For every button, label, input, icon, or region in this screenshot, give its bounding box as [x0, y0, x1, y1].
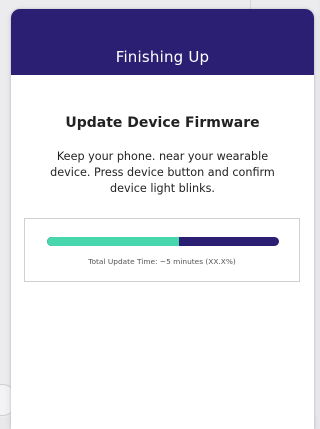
progress-caption: Total Update Time: ~5 minutes (XX.X%): [88, 257, 236, 266]
modal-title: Finishing Up: [115, 48, 210, 66]
firmware-update-modal: Finishing Up Update Device Firmware Keep…: [11, 9, 314, 429]
update-instructions: Keep your phone. near your wearable devi…: [50, 150, 275, 195]
progress-bar: [47, 237, 279, 246]
update-heading: Update Device Firmware: [65, 115, 260, 131]
progress-bar-fill: [47, 237, 180, 246]
progress-card: Total Update Time: ~5 minutes (XX.X%): [24, 218, 300, 282]
modal-header: Finishing Up: [11, 9, 314, 75]
